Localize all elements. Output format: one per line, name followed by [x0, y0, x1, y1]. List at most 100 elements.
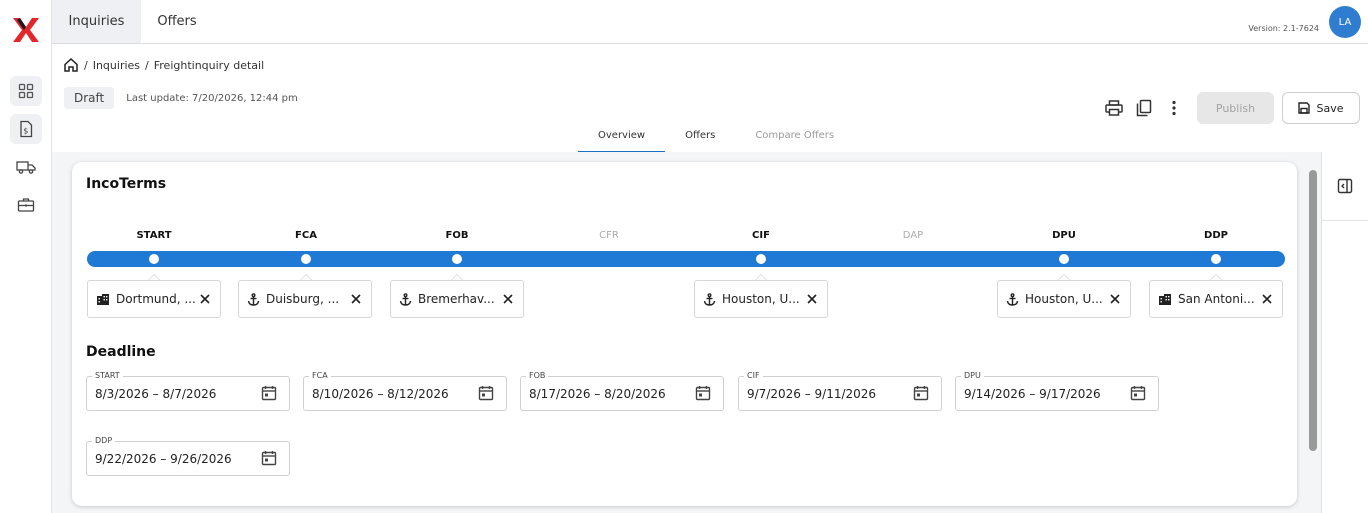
- dashboard-icon: [18, 83, 34, 99]
- calendar-icon[interactable]: [913, 385, 929, 401]
- deadline-date-range[interactable]: 9/22/2026 – 9/26/2026: [95, 452, 232, 466]
- remove-location-button[interactable]: [198, 292, 212, 306]
- deadline-date-range[interactable]: 9/7/2026 – 9/11/2026: [747, 387, 876, 401]
- deadline-field-label: CIF: [744, 371, 763, 381]
- panel-collapse-icon: [1337, 178, 1353, 194]
- anchor-icon: [247, 292, 260, 306]
- remove-location-button[interactable]: [805, 292, 819, 306]
- status-row: Draft Last update: 7/20/2026, 12:44 pm: [64, 87, 298, 109]
- remove-location-button[interactable]: [1108, 292, 1122, 306]
- deadline-field-fob[interactable]: FOB 8/17/2026 – 8/20/2026: [520, 371, 724, 411]
- stage-dot-fob[interactable]: [452, 254, 462, 264]
- calendar-icon[interactable]: [1130, 385, 1146, 401]
- tab-offers[interactable]: Offers: [665, 130, 735, 152]
- truck-icon: [16, 161, 36, 174]
- anchor-icon: [1006, 292, 1019, 306]
- tab-compare-offers: Compare Offers: [755, 130, 835, 141]
- version-label: Version: 2.1-7624: [1248, 24, 1319, 33]
- deadline-date-range[interactable]: 8/10/2026 – 8/12/2026: [312, 387, 449, 401]
- rail-shipments-button[interactable]: [10, 152, 42, 182]
- print-button[interactable]: [1099, 93, 1129, 123]
- remove-location-button[interactable]: [349, 292, 363, 306]
- breadcrumb: / Inquiries / Freightinquiry detail: [63, 57, 264, 73]
- deadline-date-range[interactable]: 8/3/2026 – 8/7/2026: [95, 387, 216, 401]
- location-chip-dpu[interactable]: Houston, U...: [997, 280, 1131, 318]
- deadline-field-label: FOB: [526, 371, 549, 381]
- home-icon[interactable]: [63, 57, 79, 73]
- deadline-field-cif[interactable]: CIF 9/7/2026 – 9/11/2026: [738, 371, 942, 411]
- stage-dot-start[interactable]: [149, 254, 159, 264]
- save-label: Save: [1316, 101, 1344, 115]
- location-text: Bremerhav...: [418, 292, 495, 306]
- top-tab-offers[interactable]: Offers: [141, 0, 213, 43]
- briefcase-icon: [17, 198, 35, 212]
- location-chip-ddp[interactable]: San Antoni...: [1149, 280, 1283, 318]
- deadline-field-label: START: [92, 371, 123, 381]
- building-icon: [96, 293, 110, 305]
- user-avatar[interactable]: LA: [1329, 6, 1361, 38]
- close-icon: [807, 294, 817, 304]
- location-text: San Antoni...: [1178, 292, 1255, 306]
- deadline-field-label: FCA: [309, 371, 331, 381]
- more-vertical-icon: [1172, 100, 1176, 116]
- rail-dashboard-button[interactable]: [10, 76, 42, 106]
- stage-label-cfr: CFR: [599, 230, 619, 241]
- svg-text:$: $: [23, 127, 28, 136]
- detail-tabs: Overview Offers Compare Offers: [578, 130, 854, 152]
- app-logo[interactable]: [12, 16, 40, 44]
- stage-dot-dpu[interactable]: [1059, 254, 1069, 264]
- location-text: Dortmund, ...: [116, 292, 196, 306]
- save-button[interactable]: Save: [1282, 92, 1360, 124]
- close-icon: [1110, 294, 1120, 304]
- remove-location-button[interactable]: [1260, 292, 1274, 306]
- stage-label-start: START: [136, 230, 172, 241]
- deadline-field-dpu[interactable]: DPU 9/14/2026 – 9/17/2026: [955, 371, 1159, 411]
- deadline-date-range[interactable]: 8/17/2026 – 8/20/2026: [529, 387, 666, 401]
- incoterms-track: [87, 251, 1285, 267]
- calendar-icon[interactable]: [478, 385, 494, 401]
- location-chip-start[interactable]: Dortmund, ...: [87, 280, 221, 318]
- building-icon: [1158, 293, 1172, 305]
- action-toolbar: Publish Save: [1099, 92, 1360, 124]
- publish-button[interactable]: Publish: [1197, 92, 1274, 124]
- copy-button[interactable]: [1129, 93, 1159, 123]
- location-chip-cif[interactable]: Houston, U...: [694, 280, 828, 318]
- rail-inquiries-button[interactable]: $: [10, 114, 42, 144]
- stage-dot-cif[interactable]: [756, 254, 766, 264]
- deadline-field-fca[interactable]: FCA 8/10/2026 – 8/12/2026: [303, 371, 507, 411]
- deadline-date-range[interactable]: 9/14/2026 – 9/17/2026: [964, 387, 1101, 401]
- invoice-icon: $: [20, 120, 33, 138]
- save-icon: [1298, 102, 1311, 114]
- stage-label-ddp: DDP: [1204, 230, 1228, 241]
- remove-location-button[interactable]: [501, 292, 515, 306]
- deadline-field-label: DPU: [961, 371, 984, 381]
- scrollbar-thumb[interactable]: [1309, 170, 1317, 451]
- location-text: Houston, U...: [722, 292, 800, 306]
- location-text: Houston, U...: [1025, 292, 1103, 306]
- right-side-panel: [1321, 152, 1368, 513]
- deadline-field-start[interactable]: START 8/3/2026 – 8/7/2026: [86, 371, 290, 411]
- deadline-field-label: DDP: [92, 436, 116, 446]
- calendar-icon[interactable]: [261, 450, 277, 466]
- stage-label-dap: DAP: [902, 230, 924, 241]
- close-icon: [351, 294, 361, 304]
- calendar-icon[interactable]: [695, 385, 711, 401]
- rail-briefcase-button[interactable]: [10, 190, 42, 220]
- deadline-field-ddp[interactable]: DDP 9/22/2026 – 9/26/2026: [86, 436, 290, 476]
- collapse-panel-button[interactable]: [1334, 175, 1356, 197]
- location-chip-fob[interactable]: Bremerhav...: [390, 280, 524, 318]
- location-text: Duisburg, ...: [266, 292, 340, 306]
- tab-overview[interactable]: Overview: [578, 130, 666, 152]
- location-chip-fca[interactable]: Duisburg, ...: [238, 280, 372, 318]
- more-options-button[interactable]: [1159, 93, 1189, 123]
- panel-divider: [1322, 220, 1368, 221]
- breadcrumb-inquiries[interactable]: Inquiries: [93, 59, 140, 72]
- top-tab-inquiries[interactable]: Inquiries: [52, 0, 141, 43]
- last-update-text: Last update: 7/20/2026, 12:44 pm: [126, 92, 298, 104]
- breadcrumb-current: Freightinquiry detail: [153, 58, 265, 72]
- stage-dot-ddp[interactable]: [1211, 254, 1221, 264]
- close-icon: [200, 294, 210, 304]
- print-icon: [1105, 100, 1123, 116]
- stage-dot-fca[interactable]: [301, 254, 311, 264]
- calendar-icon[interactable]: [261, 385, 277, 401]
